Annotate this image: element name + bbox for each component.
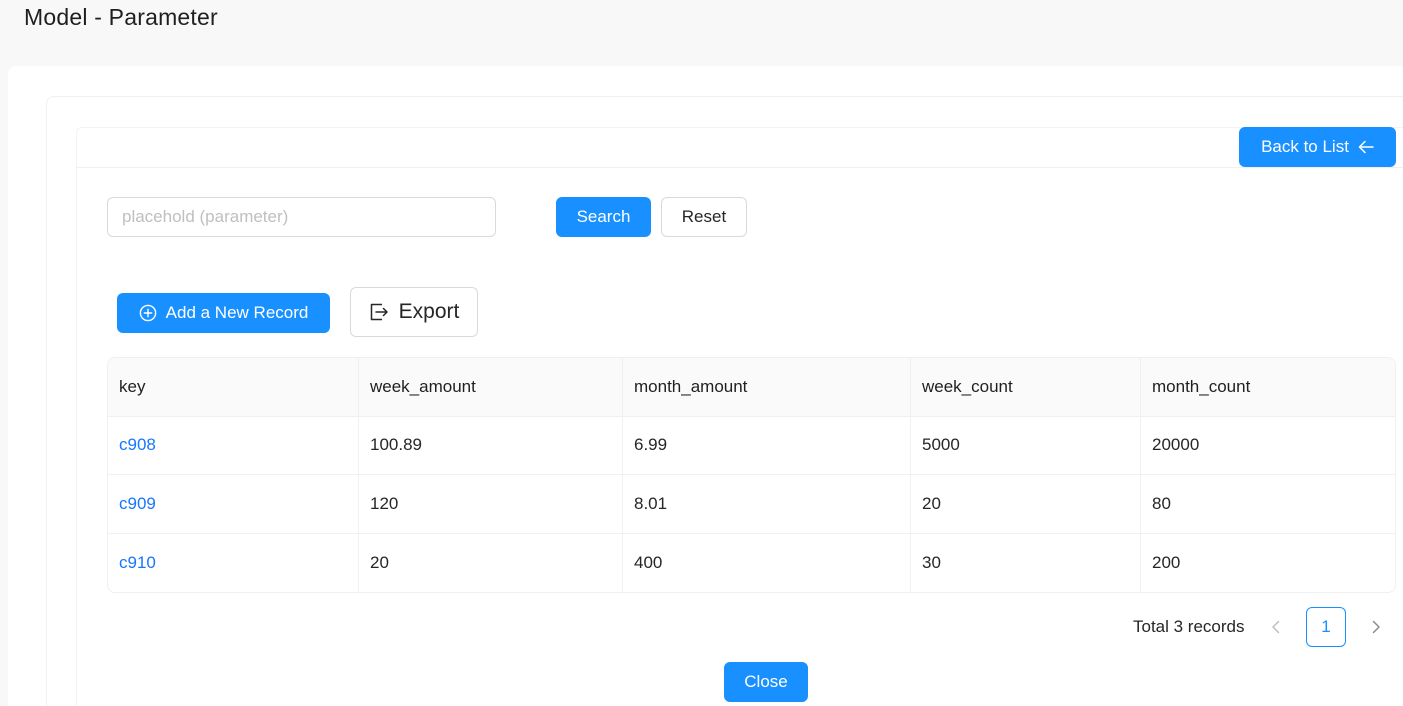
- key-link[interactable]: c910: [119, 553, 156, 573]
- month-amount-cell: 6.99: [623, 416, 911, 474]
- column-header-key[interactable]: key: [108, 358, 359, 416]
- month-count-cell: 80: [1152, 493, 1171, 513]
- chevron-left-icon[interactable]: [1266, 615, 1286, 639]
- panel-divider: [76, 167, 1403, 168]
- month-amount-cell: 400: [623, 533, 911, 592]
- week-count-cell: 5000: [911, 416, 1141, 474]
- key-link[interactable]: c909: [119, 494, 156, 514]
- table-row: c909 120 8.01 20 80: [108, 475, 1395, 534]
- back-to-list-label: Back to List: [1261, 137, 1349, 156]
- table-row: c910 20 400 30 200: [108, 533, 1395, 592]
- close-button[interactable]: Close: [724, 662, 808, 702]
- week-count-cell: 30: [911, 533, 1141, 592]
- key-link[interactable]: c908: [119, 435, 156, 455]
- arrow-left-icon: [1358, 140, 1374, 154]
- page-number-current[interactable]: 1: [1306, 607, 1346, 647]
- month-count-cell: 200: [1152, 552, 1181, 572]
- search-input[interactable]: [107, 197, 496, 237]
- week-count-cell: 20: [911, 475, 1141, 533]
- week-amount-cell: 100.89: [359, 416, 623, 474]
- month-count-cell: 20000: [1152, 435, 1200, 455]
- chevron-right-icon[interactable]: [1366, 615, 1386, 639]
- column-header-week-amount[interactable]: week_amount: [359, 358, 623, 416]
- key-cell: c909: [108, 475, 359, 533]
- key-cell: c908: [108, 416, 359, 474]
- column-header-week-count[interactable]: week_count: [911, 358, 1141, 416]
- page-title: Model - Parameter: [24, 4, 218, 30]
- data-table: key week_amount month_amount week_count …: [107, 357, 1396, 593]
- export-icon: [369, 302, 389, 322]
- week-amount-cell: 20: [359, 533, 623, 592]
- search-button[interactable]: Search: [556, 197, 651, 237]
- reset-button[interactable]: Reset: [661, 197, 747, 237]
- column-header-month-count[interactable]: month_count: [1141, 358, 1395, 416]
- table-header-row: key week_amount month_amount week_count …: [108, 358, 1395, 417]
- total-records: Total 3 records: [1133, 617, 1245, 636]
- add-record-button[interactable]: Add a New Record: [117, 293, 330, 333]
- table-row: c908 100.89 6.99 5000 20000: [108, 416, 1395, 475]
- column-header-month-amount[interactable]: month_amount: [623, 358, 911, 416]
- add-record-label: Add a New Record: [165, 303, 309, 322]
- back-to-list-button[interactable]: Back to List: [1239, 127, 1396, 167]
- month-amount-cell: 8.01: [623, 475, 911, 533]
- key-cell: c910: [108, 533, 359, 592]
- plus-circle-icon: [139, 304, 157, 322]
- export-button[interactable]: Export: [350, 287, 478, 337]
- week-amount-cell: 120: [359, 475, 623, 533]
- export-label: Export: [398, 300, 460, 323]
